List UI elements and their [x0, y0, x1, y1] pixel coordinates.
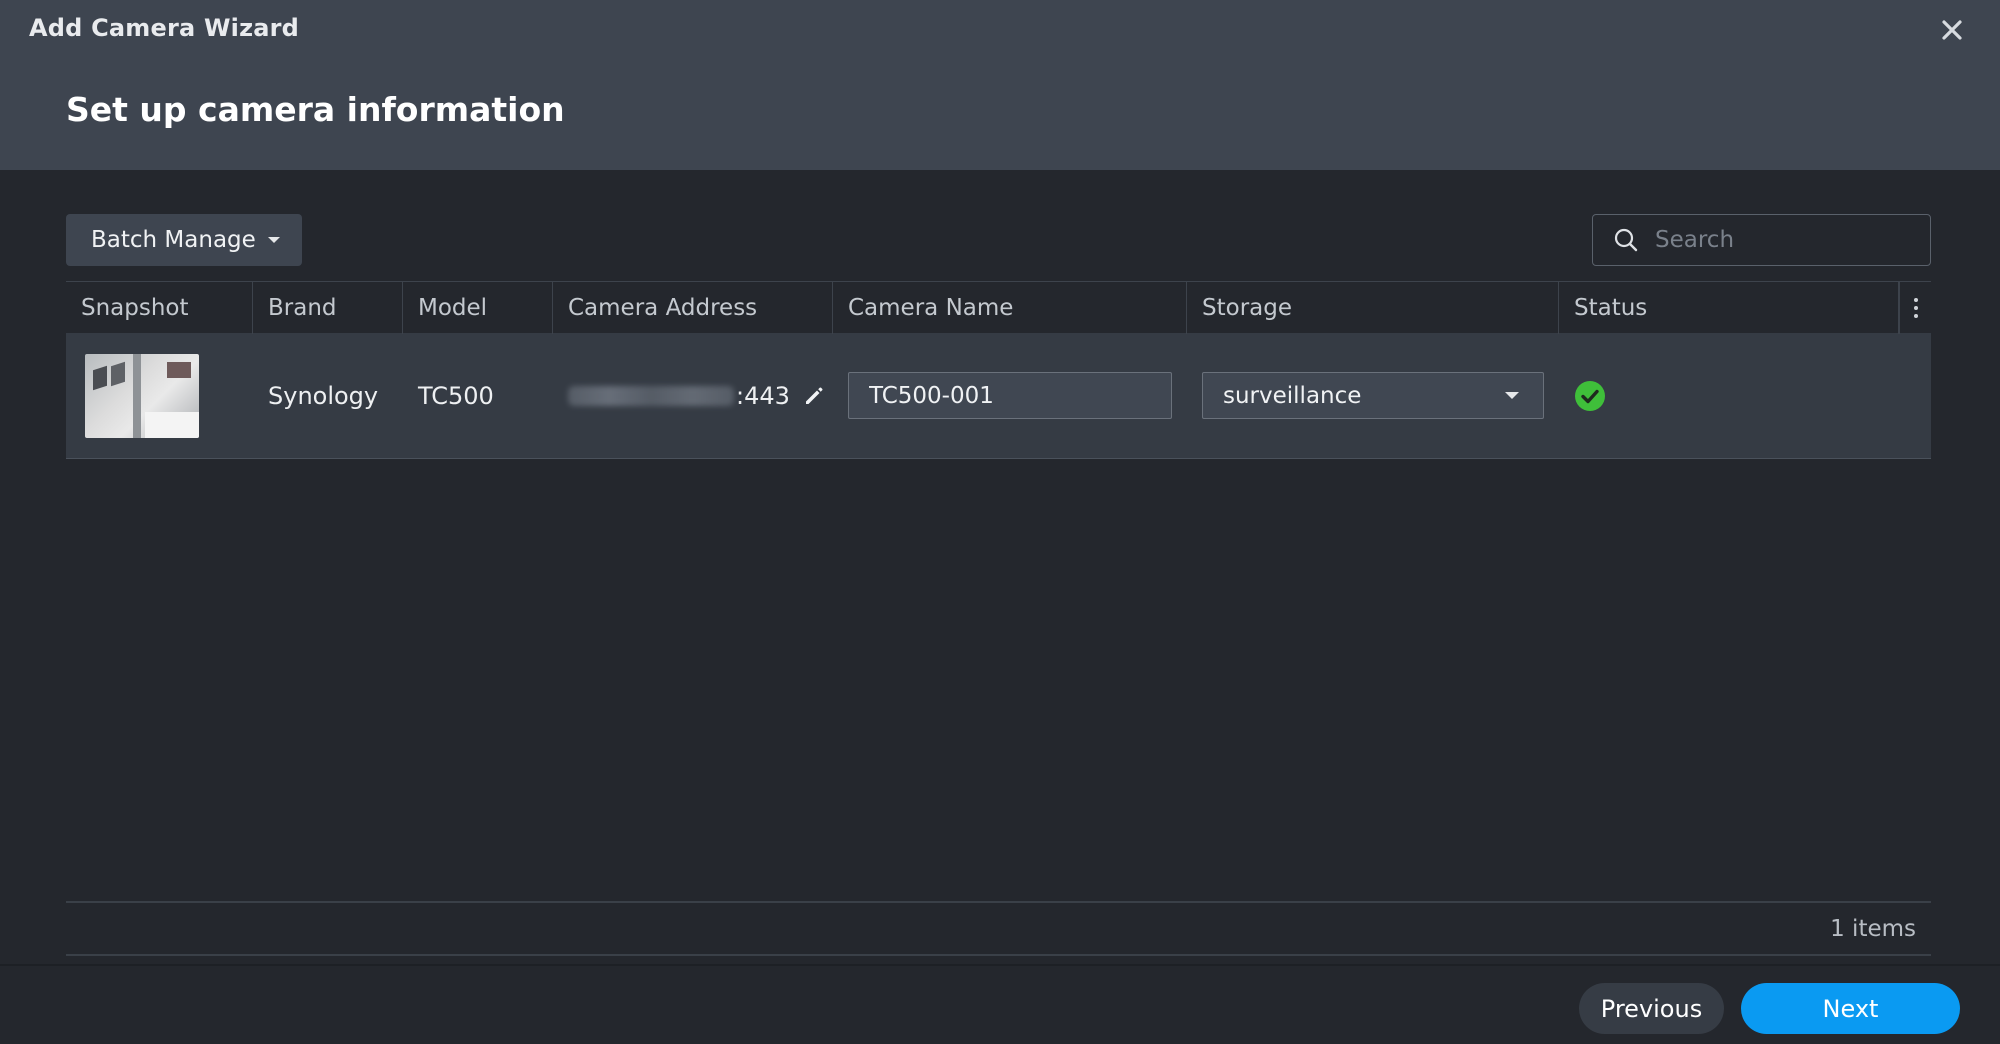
search-input[interactable] — [1653, 226, 1907, 254]
column-header-camera-address[interactable]: Camera Address — [553, 282, 833, 334]
storage-cell: surveillance — [1187, 333, 1559, 458]
camera-name-input[interactable] — [848, 372, 1172, 419]
search-icon — [1614, 228, 1638, 252]
batch-manage-button[interactable]: Batch Manage — [66, 214, 302, 266]
storage-selected-value: surveillance — [1223, 382, 1362, 409]
column-header-snapshot[interactable]: Snapshot — [66, 282, 253, 334]
camera-port: :443 — [736, 381, 790, 410]
page-title: Set up camera information — [66, 90, 565, 129]
column-options-button[interactable] — [1899, 282, 1931, 334]
close-button[interactable] — [1936, 14, 1968, 46]
divider — [66, 901, 1931, 903]
window-title: Add Camera Wizard — [29, 14, 300, 42]
camera-snapshot — [85, 353, 199, 438]
camera-address-cell: :443 — [553, 333, 833, 458]
divider — [66, 954, 1931, 956]
blurred-ip-address — [568, 385, 734, 406]
edit-address-button[interactable] — [802, 384, 826, 408]
check-circle-icon — [1575, 380, 1605, 411]
table-header: Snapshot Brand Model Camera Address Came… — [66, 281, 1931, 334]
items-count: 1 items — [1830, 916, 1916, 942]
divider — [0, 964, 2000, 966]
next-button[interactable]: Next — [1741, 983, 1960, 1034]
brand-cell: Synology — [268, 381, 379, 410]
column-header-status[interactable]: Status — [1559, 282, 1899, 334]
wizard-header: Add Camera Wizard Set up camera informat… — [0, 0, 2000, 170]
column-header-brand[interactable]: Brand — [253, 282, 403, 334]
close-icon — [1942, 20, 1962, 40]
column-header-model[interactable]: Model — [403, 282, 553, 334]
batch-manage-label: Batch Manage — [91, 227, 256, 253]
previous-button[interactable]: Previous — [1579, 983, 1724, 1034]
camera-name-cell — [833, 333, 1187, 458]
camera-table: Snapshot Brand Model Camera Address Came… — [66, 281, 1931, 459]
more-vertical-icon — [1913, 298, 1918, 302]
model-cell: TC500 — [418, 381, 494, 410]
pencil-icon — [805, 387, 823, 404]
table-row[interactable]: Synology TC500 :443 surveillance — [66, 333, 1931, 459]
chevron-down-icon — [267, 237, 280, 243]
status-cell — [1559, 333, 1899, 458]
chevron-down-icon — [1505, 392, 1519, 399]
column-header-camera-name[interactable]: Camera Name — [833, 282, 1187, 334]
column-header-storage[interactable]: Storage — [1187, 282, 1559, 334]
snapshot-cell — [66, 333, 253, 458]
storage-select[interactable]: surveillance — [1202, 372, 1544, 419]
search-box[interactable] — [1592, 214, 1931, 266]
